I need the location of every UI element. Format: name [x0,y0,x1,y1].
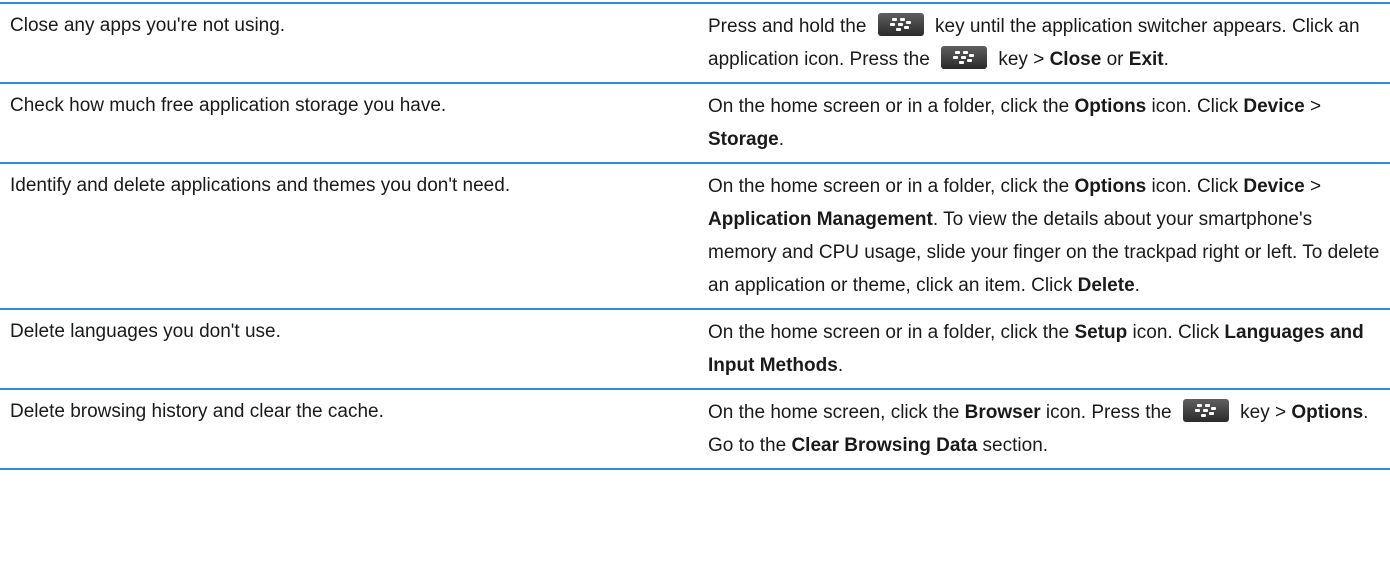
step-text: > [1304,176,1322,197]
task-cell: Close any apps you're not using. [10,15,286,36]
step-text: > [1304,96,1322,117]
step-text: Press and hold the [708,16,872,37]
blackberry-menu-key-icon [941,46,988,70]
emphasis-text: Setup [1074,322,1128,343]
emphasis-text: Options [1074,96,1147,117]
emphasis-text: Clear Browsing Data [791,435,978,456]
blackberry-menu-key-icon [877,13,924,37]
task-cell: Check how much free application storage … [10,95,447,116]
step-text: On the home screen or in a folder, click… [708,176,1075,197]
step-text: key > [1234,402,1292,423]
step-text: icon. Click [1146,176,1244,197]
task-cell: Identify and delete applications and the… [10,175,511,196]
step-text: key > [993,49,1050,70]
table-row: Check how much free application storage … [0,82,1390,162]
step-text: On the home screen, click the [708,402,965,423]
table-row: Close any apps you're not using. Press an… [0,2,1390,82]
step-text: . [1163,49,1169,70]
step-text: icon. Press the [1040,402,1177,423]
emphasis-text: Application Management [708,209,933,230]
step-text: or [1101,49,1129,70]
steps-cell: On the home screen or in a folder, click… [700,164,1390,308]
steps-cell: On the home screen, click the Browser ic… [700,390,1390,468]
step-text: . [837,355,844,376]
table-row: Delete languages you don't use. On the ho… [0,308,1390,388]
table-row: Identify and delete applications and the… [0,162,1390,308]
emphasis-text: Browser [964,402,1041,423]
step-text: icon. Click [1146,96,1244,117]
step-text: On the home screen or in a folder, click… [708,96,1075,117]
emphasis-text: Close [1049,49,1102,70]
step-text: section. [977,435,1049,456]
table-row: Delete browsing history and clear the ca… [0,388,1390,470]
step-text: . [778,129,785,150]
emphasis-text: Options [1291,402,1364,423]
emphasis-text: Storage [708,129,779,150]
emphasis-text: Device [1243,176,1305,197]
steps-cell: On the home screen or in a folder, click… [700,310,1390,388]
emphasis-text: Device [1243,96,1305,117]
emphasis-text: Exit [1128,49,1164,70]
step-text: On the home screen or in a folder, click… [708,322,1075,343]
step-text: . [1134,275,1140,296]
emphasis-text: Options [1074,176,1147,197]
task-cell: Delete browsing history and clear the ca… [10,401,384,422]
blackberry-menu-key-icon [1182,399,1229,423]
steps-cell: Press and hold the key until the applica… [700,4,1390,82]
emphasis-text: Delete [1077,275,1135,296]
tips-table: Close any apps you're not using. Press an… [0,2,1390,470]
steps-cell: On the home screen or in a folder, click… [700,84,1390,162]
step-text: icon. Click [1127,322,1225,343]
task-cell: Delete languages you don't use. [10,321,281,342]
